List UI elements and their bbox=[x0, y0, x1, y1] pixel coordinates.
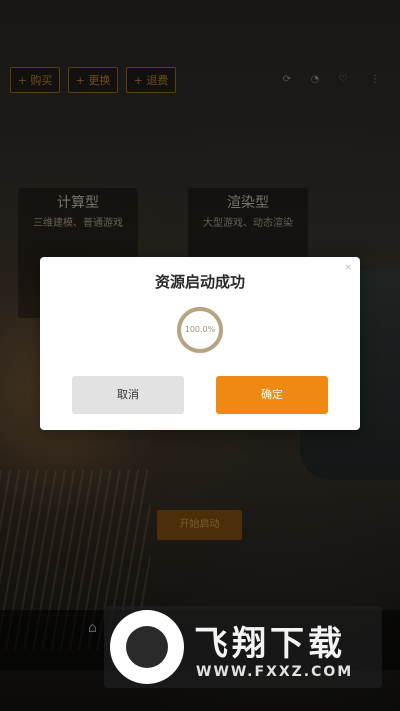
cancel-button[interactable]: 取消 bbox=[72, 376, 184, 414]
watermark-logo-icon bbox=[110, 610, 184, 684]
confirm-button[interactable]: 确定 bbox=[216, 376, 328, 414]
progress-text: 100.0% bbox=[184, 325, 216, 334]
dialog-title: 资源启动成功 bbox=[154, 273, 245, 291]
success-dialog: × 资源启动成功 100.0% 取消 确定 bbox=[40, 257, 360, 430]
watermark-name: 飞翔下载 bbox=[194, 624, 346, 664]
watermark-url: WWW.FXXZ.COM bbox=[196, 664, 354, 680]
watermark: 飞翔下载 WWW.FXXZ.COM bbox=[104, 606, 382, 688]
